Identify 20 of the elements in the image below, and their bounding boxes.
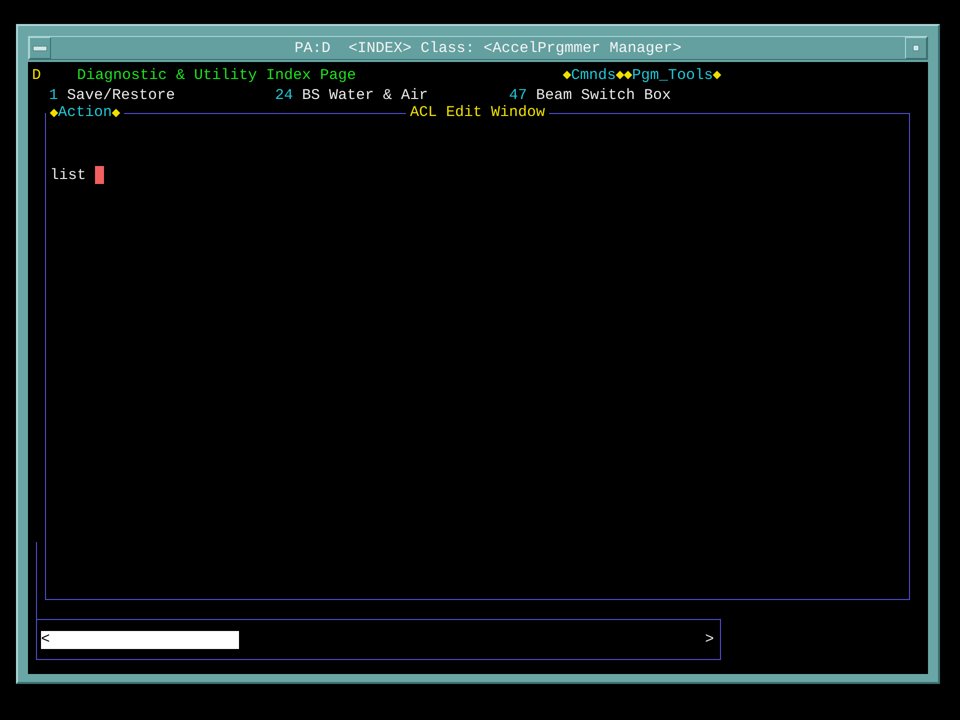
page-link[interactable]: Beam Switch Box (536, 88, 672, 102)
page-number: 1 (49, 88, 58, 102)
menu-button[interactable]: Pgm_Tools (624, 68, 722, 82)
page-link[interactable]: BS Water & Air (302, 88, 428, 102)
maximize-button[interactable] (905, 37, 927, 59)
action-menu[interactable]: Action (46, 105, 124, 120)
minus-icon (33, 46, 47, 50)
page-link[interactable]: Save/Restore (67, 88, 176, 102)
menu-button[interactable]: Cmnds (563, 68, 624, 82)
command-text: list (50, 168, 86, 182)
page-letter: D (32, 68, 42, 82)
horizontal-scrollbar[interactable]: < > (37, 619, 721, 659)
scroll-right-arrow[interactable]: > (704, 632, 714, 647)
page-number: 24 (275, 88, 294, 102)
page-title: Diagnostic & Utility Index Page (77, 68, 358, 82)
scroll-thumb[interactable]: < (41, 630, 239, 648)
window-title: PA:D <INDEX> Class: <AccelPrgmmer Manager> (293, 40, 683, 56)
scroll-left-arrow[interactable]: < (41, 632, 50, 647)
window-menu-button[interactable] (29, 37, 51, 59)
page-number: 47 (509, 88, 528, 102)
